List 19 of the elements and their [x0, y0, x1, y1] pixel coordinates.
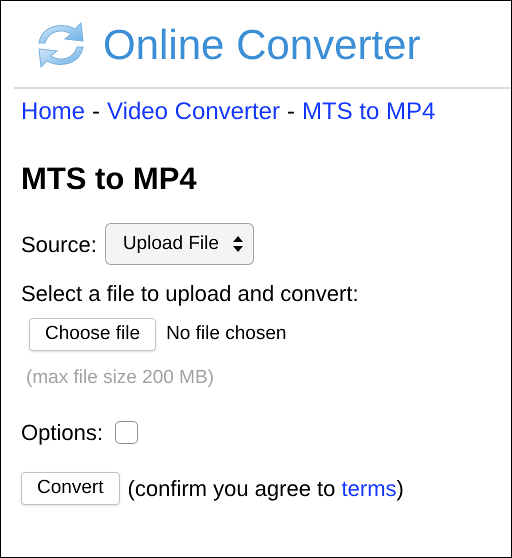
- site-title: Online Converter: [103, 24, 420, 66]
- convert-button[interactable]: Convert: [21, 472, 120, 504]
- source-select[interactable]: Upload File: [104, 223, 254, 265]
- options-checkbox[interactable]: [114, 420, 138, 444]
- file-status: No file chosen: [166, 322, 286, 346]
- options-label: Options:: [21, 418, 103, 447]
- breadcrumb-link[interactable]: Home: [21, 97, 86, 127]
- source-label: Source:: [21, 230, 97, 258]
- breadcrumb-separator: -: [92, 97, 100, 127]
- terms-link[interactable]: terms: [342, 476, 397, 500]
- up-down-caret-icon: [232, 236, 243, 252]
- breadcrumb-separator: -: [287, 97, 296, 127]
- choose-file-button[interactable]: Choose file: [29, 318, 156, 351]
- page-heading: MTS to MP4: [20, 163, 197, 194]
- upload-prompt: Select a file to upload and convert:: [20, 280, 359, 308]
- terms-note: (confirm you agree to terms): [128, 474, 404, 503]
- breadcrumb-link[interactable]: Video Converter: [107, 97, 280, 127]
- breadcrumb-link[interactable]: MTS to MP4: [302, 97, 436, 127]
- file-size-hint: (max file size 200 MB): [25, 366, 214, 390]
